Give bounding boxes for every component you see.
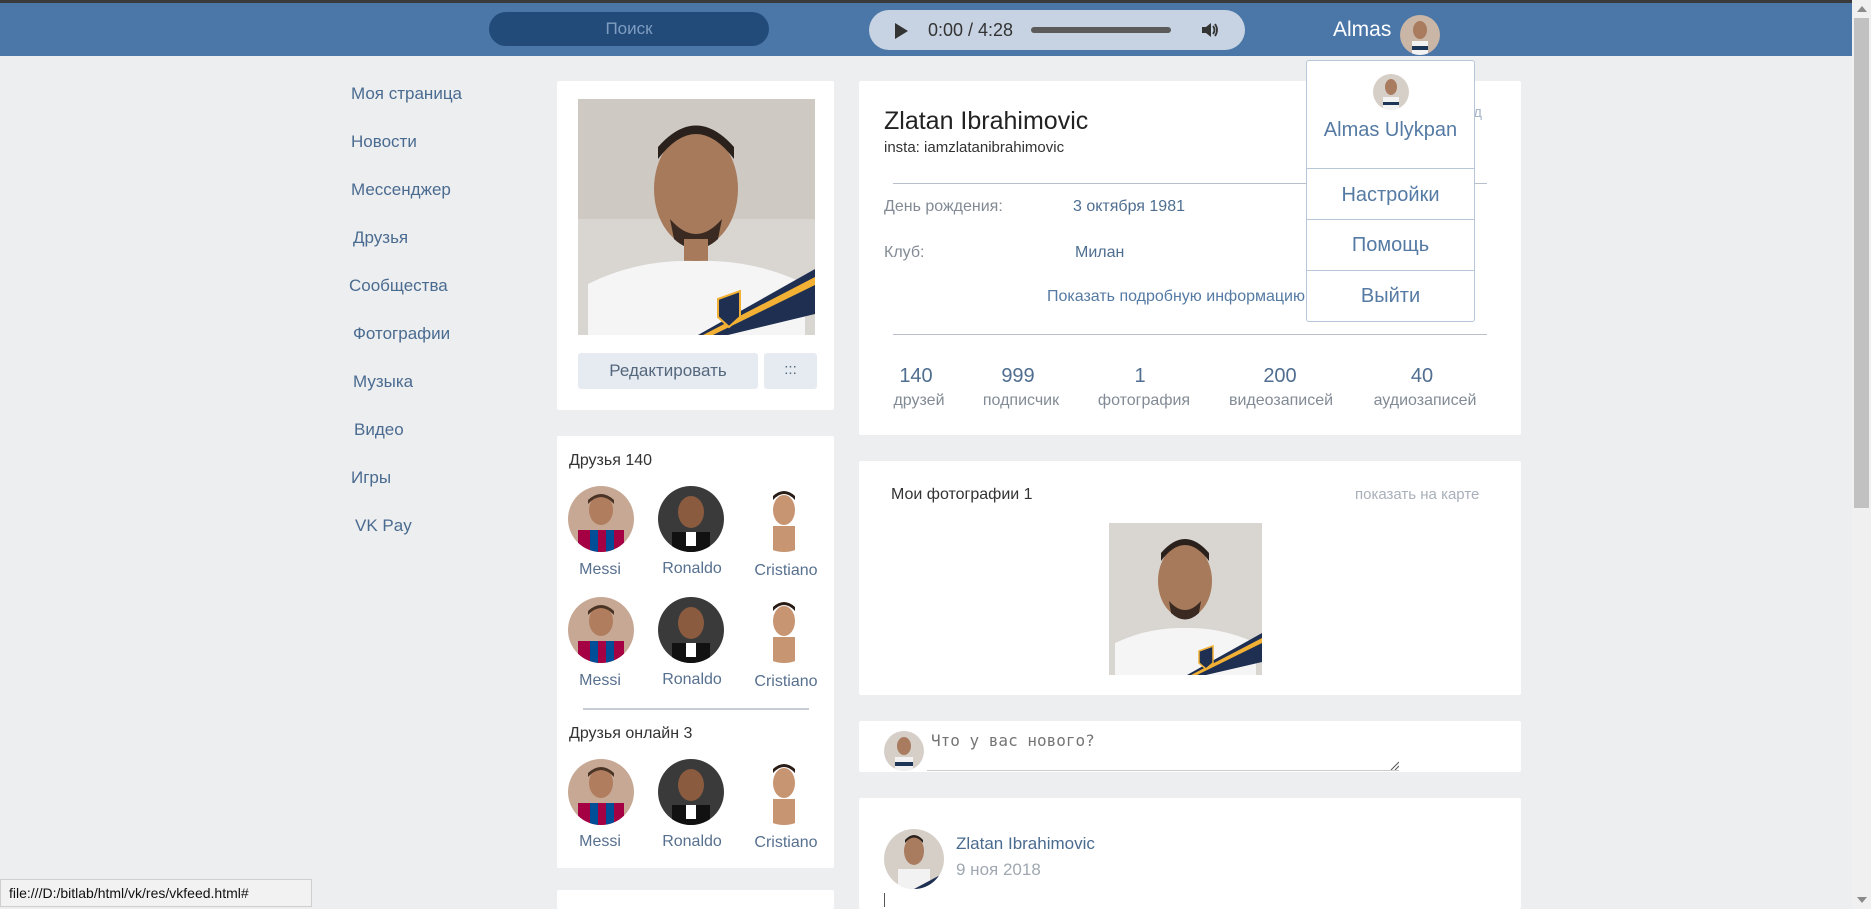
friends-title[interactable]: Друзья 140 xyxy=(569,452,652,470)
counter-followers-num[interactable]: 999 xyxy=(958,365,1078,388)
friend-name[interactable]: Messi xyxy=(555,833,645,851)
browser-status-url: file:///D:/bitlab/html/vk/res/vkfeed.htm… xyxy=(0,879,312,907)
friend-avatar[interactable] xyxy=(568,597,634,663)
more-actions-button[interactable]: ::: xyxy=(764,353,817,389)
post-author-avatar[interactable] xyxy=(884,829,944,889)
show-more-info-link[interactable]: Показать подробную информацию xyxy=(1047,288,1305,306)
menu-communities[interactable]: Сообщества xyxy=(349,276,448,296)
menu-photos[interactable]: Фотографии xyxy=(353,324,450,344)
friends-online-title[interactable]: Друзья онлайн 3 xyxy=(569,725,692,743)
post-date[interactable]: 9 ноя 2018 xyxy=(956,860,1041,880)
user-dropdown-menu: Almas Ulykpan Настройки Помощь Выйти xyxy=(1306,60,1475,322)
friend-avatar[interactable] xyxy=(568,486,634,552)
dropdown-logout[interactable]: Выйти xyxy=(1307,285,1474,308)
menu-video[interactable]: Видео xyxy=(354,420,404,440)
dropdown-user-name[interactable]: Almas Ulykpan xyxy=(1307,119,1474,142)
friend-avatar[interactable] xyxy=(658,597,724,663)
divider xyxy=(893,334,1487,335)
resize-grip-icon[interactable] xyxy=(1389,760,1399,770)
divider xyxy=(1307,168,1474,169)
player-time: 0:00 / 4:28 xyxy=(928,20,1014,40)
divider xyxy=(1307,270,1474,271)
friend-avatar[interactable] xyxy=(751,597,817,663)
edit-profile-button[interactable]: Редактировать xyxy=(578,353,758,389)
counter-videos-num[interactable]: 200 xyxy=(1220,365,1340,388)
club-label: Клуб: xyxy=(884,244,925,261)
divider xyxy=(1307,219,1474,220)
audio-player: 0:00 / 4:28 xyxy=(869,10,1245,50)
header-user-name[interactable]: Almas xyxy=(1333,18,1391,42)
counter-photos-num[interactable]: 1 xyxy=(1080,365,1200,388)
counter-followers-label[interactable]: подписчик xyxy=(951,392,1091,410)
dropdown-avatar xyxy=(1373,74,1409,110)
friend-name[interactable]: Cristiano xyxy=(741,673,831,691)
photos-title[interactable]: Мои фотографии 1 xyxy=(891,486,1033,504)
profile-insta: insta: iamzlatanibrahimovic xyxy=(884,139,1065,156)
friend-name[interactable]: Ronaldo xyxy=(647,833,737,851)
composer-avatar xyxy=(884,731,924,771)
counter-audio-label[interactable]: аудиозаписей xyxy=(1355,392,1495,410)
next-side-card xyxy=(557,890,834,909)
counter-audio-num[interactable]: 40 xyxy=(1362,365,1482,388)
menu-vkpay[interactable]: VK Pay xyxy=(355,516,412,536)
menu-games[interactable]: Игры xyxy=(351,468,391,488)
scroll-down-icon[interactable] xyxy=(1857,897,1867,903)
profile-name: Zlatan Ibrahimovic xyxy=(884,107,1089,135)
birthday-label: День рождения: xyxy=(884,198,1003,215)
menu-messenger[interactable]: Мессенджер xyxy=(351,180,451,200)
friend-name[interactable]: Messi xyxy=(555,561,645,579)
divider xyxy=(583,708,809,710)
menu-friends[interactable]: Друзья xyxy=(353,228,408,248)
header-avatar[interactable] xyxy=(1400,15,1440,55)
dropdown-help[interactable]: Помощь xyxy=(1307,234,1474,257)
page-scrollbar[interactable] xyxy=(1852,0,1871,909)
friend-avatar[interactable] xyxy=(751,759,817,825)
scroll-up-icon[interactable] xyxy=(1857,6,1867,12)
friend-name[interactable]: Ronaldo xyxy=(647,560,737,578)
photo-thumbnail[interactable] xyxy=(1109,523,1262,675)
friend-name[interactable]: Messi xyxy=(555,672,645,690)
show-on-map-link[interactable]: показать на карте xyxy=(1355,486,1479,503)
friend-avatar[interactable] xyxy=(751,486,817,552)
counter-photos-label[interactable]: фотография xyxy=(1074,392,1214,410)
menu-music[interactable]: Музыка xyxy=(353,372,413,392)
menu-my-page[interactable]: Моя страница xyxy=(351,84,462,104)
friend-name[interactable]: Cristiano xyxy=(741,834,831,852)
club-value[interactable]: Милан xyxy=(1075,244,1124,262)
friend-avatar[interactable] xyxy=(568,759,634,825)
player-progress-track[interactable] xyxy=(1031,27,1171,33)
new-post-input[interactable] xyxy=(927,727,1399,771)
top-bar: Поиск 0:00 / 4:28 Almas xyxy=(0,0,1852,56)
dropdown-settings[interactable]: Настройки xyxy=(1307,184,1474,207)
birthday-value[interactable]: 3 октября 1981 xyxy=(1073,198,1185,216)
volume-icon[interactable] xyxy=(1200,21,1220,39)
profile-photo[interactable] xyxy=(578,99,815,335)
friend-name[interactable]: Cristiano xyxy=(741,562,831,580)
scrollbar-thumb[interactable] xyxy=(1854,18,1869,508)
post-author-name[interactable]: Zlatan Ibrahimovic xyxy=(956,834,1095,854)
friend-name[interactable]: Ronaldo xyxy=(647,671,737,689)
search-input[interactable]: Поиск xyxy=(489,12,769,46)
friend-avatar[interactable] xyxy=(658,759,724,825)
text-caret xyxy=(884,893,885,907)
friend-avatar[interactable] xyxy=(658,486,724,552)
menu-news[interactable]: Новости xyxy=(351,132,417,152)
counter-videos-label[interactable]: видеозаписей xyxy=(1211,392,1351,410)
play-icon[interactable] xyxy=(895,23,908,39)
